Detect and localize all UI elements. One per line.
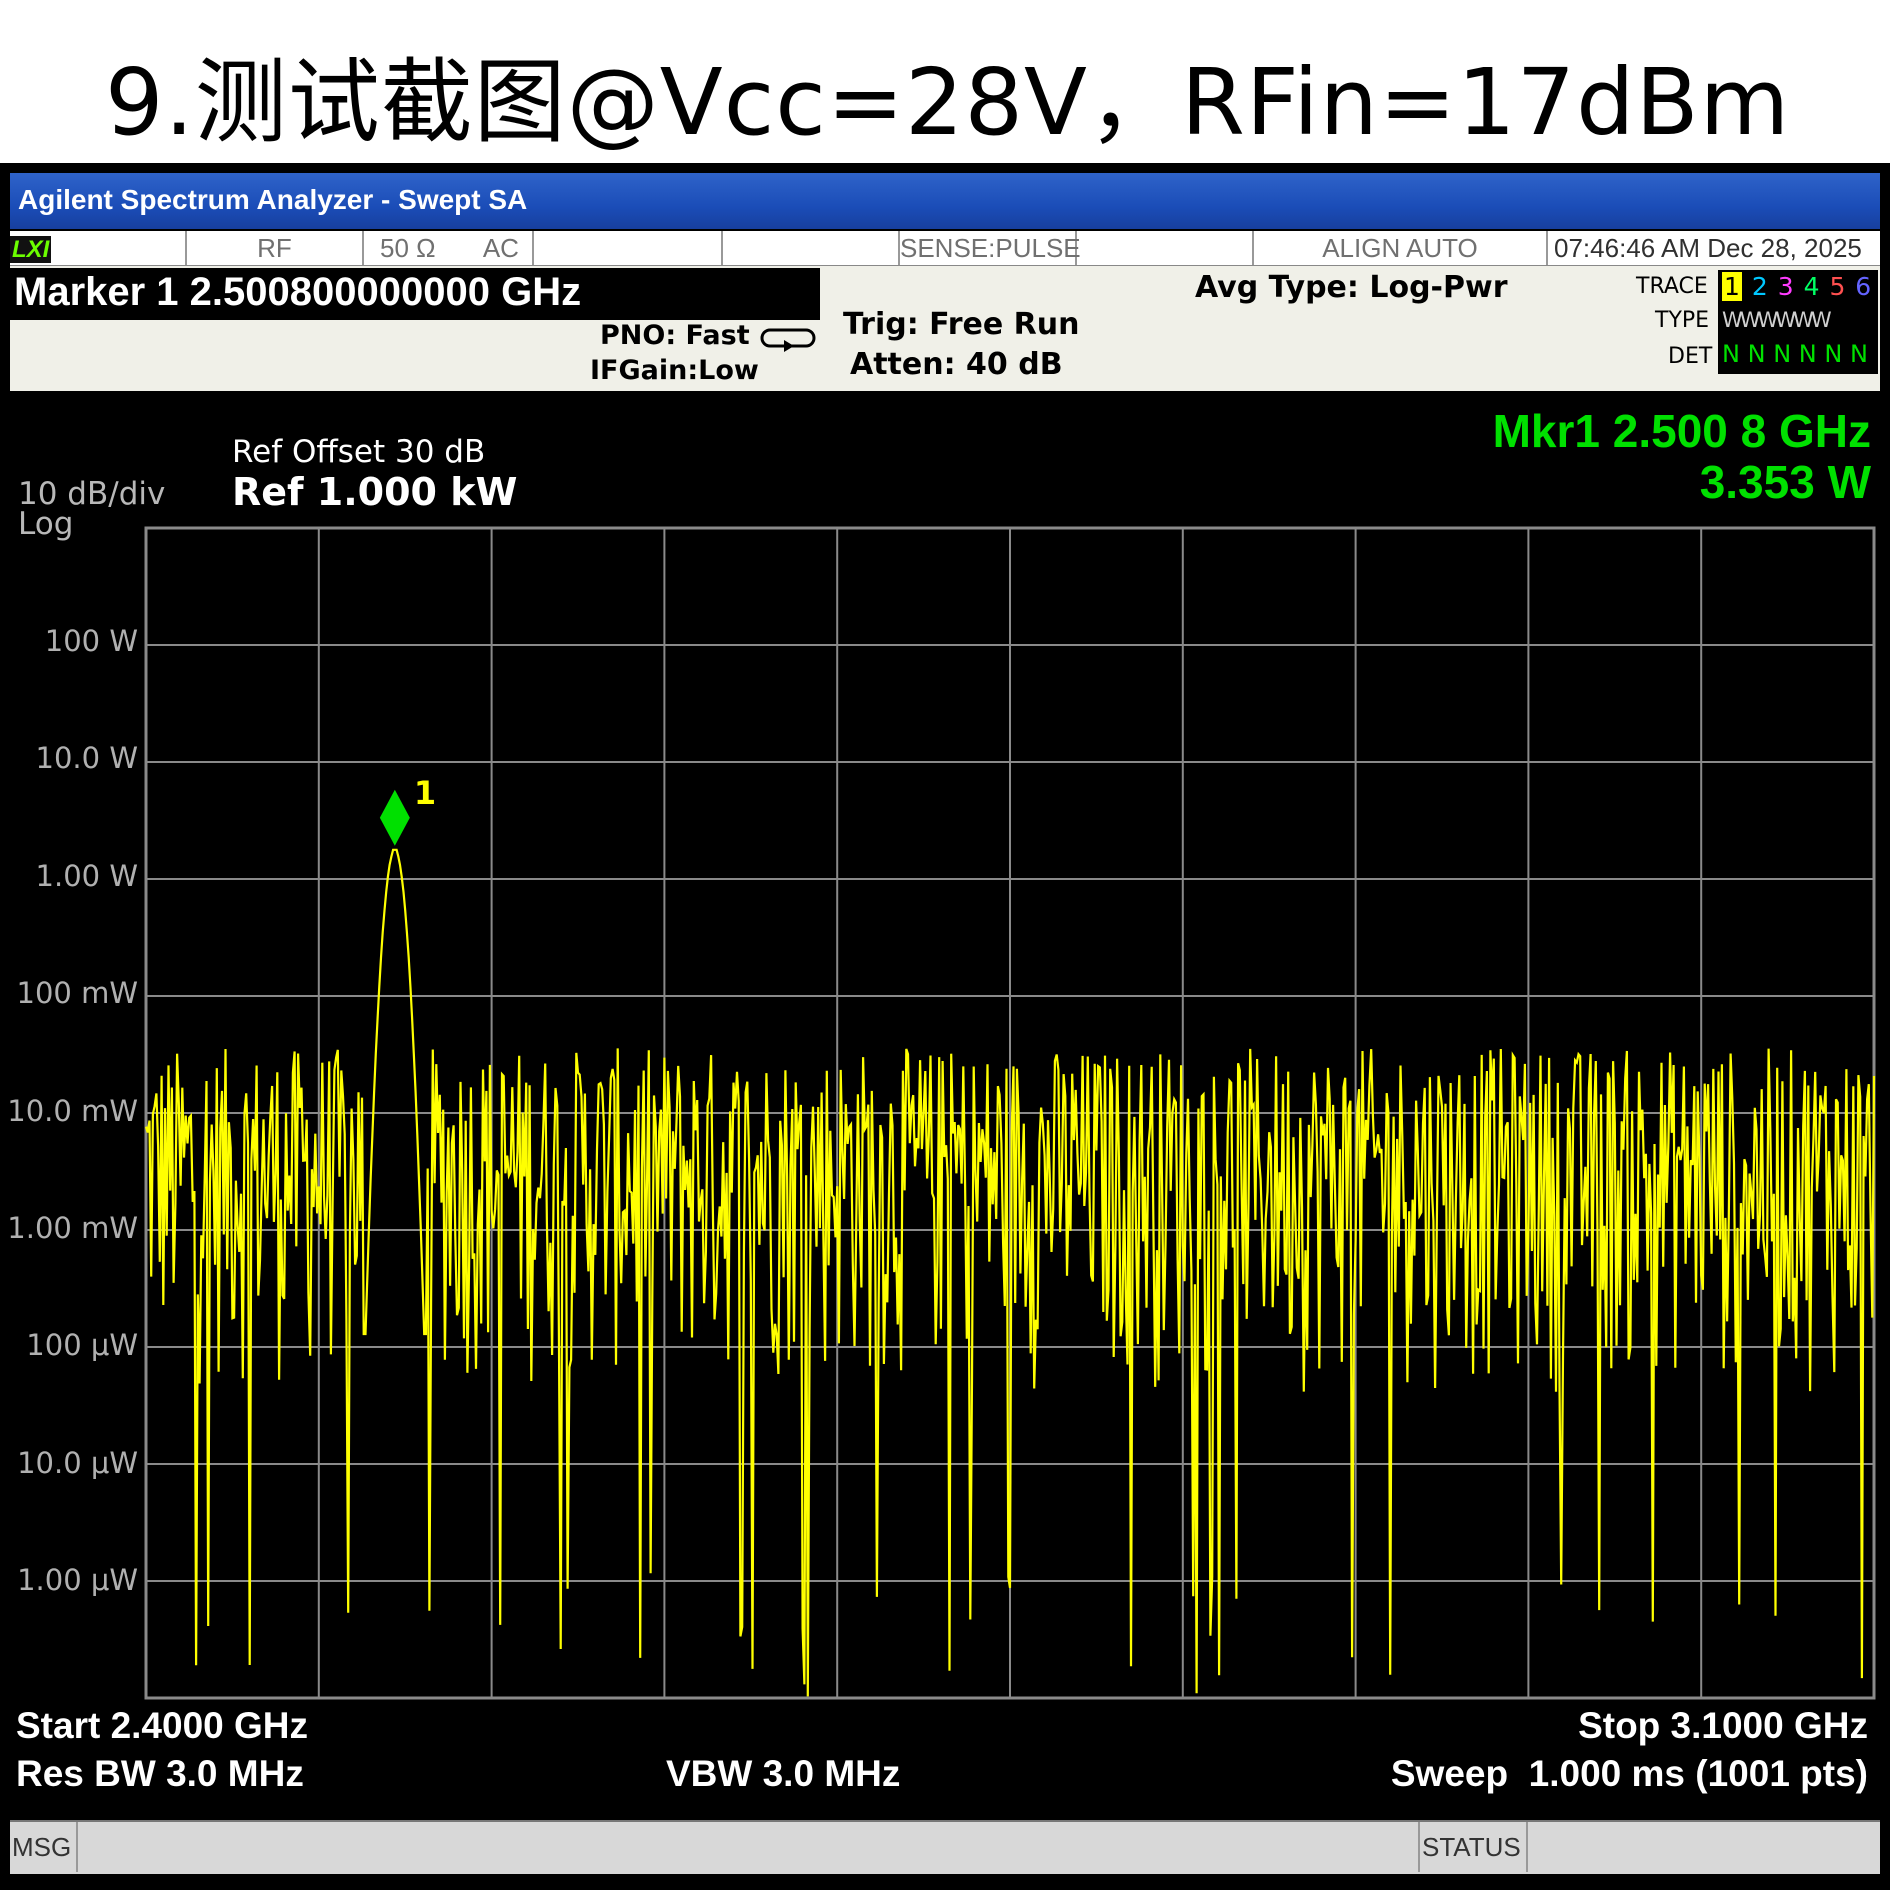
message-bar	[10, 1820, 1880, 1874]
video-bandwidth[interactable]: VBW 3.0 MHz	[666, 1753, 900, 1795]
start-frequency[interactable]: Start 2.4000 GHz	[16, 1705, 308, 1747]
stop-frequency[interactable]: Stop 3.1000 GHz	[1578, 1705, 1868, 1747]
sweep-time[interactable]: Sweep 1.000 ms (1001 pts)	[1391, 1753, 1868, 1795]
marker-1-diamond	[379, 789, 410, 846]
marker-1-label: 1	[414, 774, 436, 812]
status-label: STATUS	[1418, 1822, 1528, 1872]
msg-label: MSG	[10, 1822, 78, 1872]
spectrum-plot[interactable]: 1	[0, 0, 1890, 1890]
resolution-bandwidth[interactable]: Res BW 3.0 MHz	[16, 1753, 304, 1795]
